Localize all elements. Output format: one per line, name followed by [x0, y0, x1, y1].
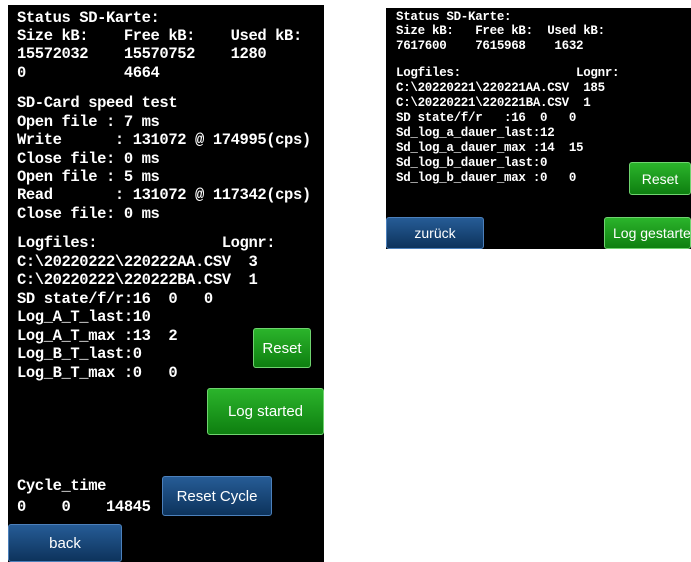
- close-file-2: Close file: 0 ms: [17, 205, 160, 223]
- status-title: Status SD-Karte:: [396, 10, 512, 24]
- reset-cycle-button[interactable]: Reset Cycle: [162, 476, 272, 516]
- logfile-a: C:\20220222\220222AA.CSV 3: [17, 253, 258, 271]
- logfile-b: C:\20220221\220221BA.CSV 1: [396, 96, 591, 110]
- status-header: Size kB: Free kB: Used kB:: [17, 27, 302, 45]
- log-started-button[interactable]: Log started: [207, 388, 324, 435]
- sd-state: SD state/f/r:16 0 0: [17, 290, 213, 308]
- sd-state: SD state/f/r :16 0 0: [396, 111, 577, 125]
- log-started-button[interactable]: Log gestartet: [604, 217, 691, 249]
- write-result: Write : 131072 @ 174995(cps): [17, 131, 311, 149]
- reset-button[interactable]: Reset: [253, 328, 311, 368]
- log-b-t-max: Log_B_T_max :0 0: [17, 364, 178, 382]
- logfiles-header: Logfiles: Lognr:: [17, 234, 276, 252]
- open-file-2: Open file : 5 ms: [17, 168, 160, 186]
- speed-test-title: SD-Card speed test: [17, 94, 178, 112]
- left-device-screen: Status SD-Karte: Size kB: Free kB: Used …: [8, 5, 324, 562]
- logfile-b: C:\20220222\220222BA.CSV 1: [17, 271, 258, 289]
- logfiles-header: Logfiles: Lognr:: [396, 66, 620, 80]
- log-a-dauer-last: Sd_log_a_dauer_last:12: [396, 126, 555, 140]
- log-b-dauer-max: Sd_log_b_dauer_max :0 0: [396, 171, 577, 185]
- status-header: Size kB: Free kB: Used kB:: [396, 24, 605, 38]
- log-a-t-last: Log_A_T_last:10: [17, 308, 151, 326]
- open-file-1: Open file : 7 ms: [17, 113, 160, 131]
- back-button[interactable]: zurück: [386, 217, 484, 249]
- right-device-screen: Status SD-Karte: Size kB: Free kB: Used …: [386, 8, 691, 249]
- log-a-dauer-max: Sd_log_a_dauer_max :14 15: [396, 141, 584, 155]
- log-b-dauer-last: Sd_log_b_dauer_last:0: [396, 156, 548, 170]
- status-title: Status SD-Karte:: [17, 9, 160, 27]
- status-values: 7617600 7615968 1632: [396, 39, 584, 53]
- status-values-2: 0 4664: [17, 64, 160, 82]
- status-values: 15572032 15570752 1280: [17, 45, 267, 63]
- log-b-t-last: Log_B_T_last:0: [17, 345, 142, 363]
- cycle-time-values: 0 0 14845: [17, 498, 151, 516]
- read-result: Read : 131072 @ 117342(cps): [17, 186, 311, 204]
- cycle-time-title: Cycle_time: [17, 477, 107, 495]
- close-file-1: Close file: 0 ms: [17, 150, 160, 168]
- reset-button[interactable]: Reset: [629, 162, 691, 195]
- log-a-t-max: Log_A_T_max :13 2: [17, 327, 178, 345]
- logfile-a: C:\20220221\220221AA.CSV 185: [396, 81, 605, 95]
- back-button[interactable]: back: [8, 524, 122, 562]
